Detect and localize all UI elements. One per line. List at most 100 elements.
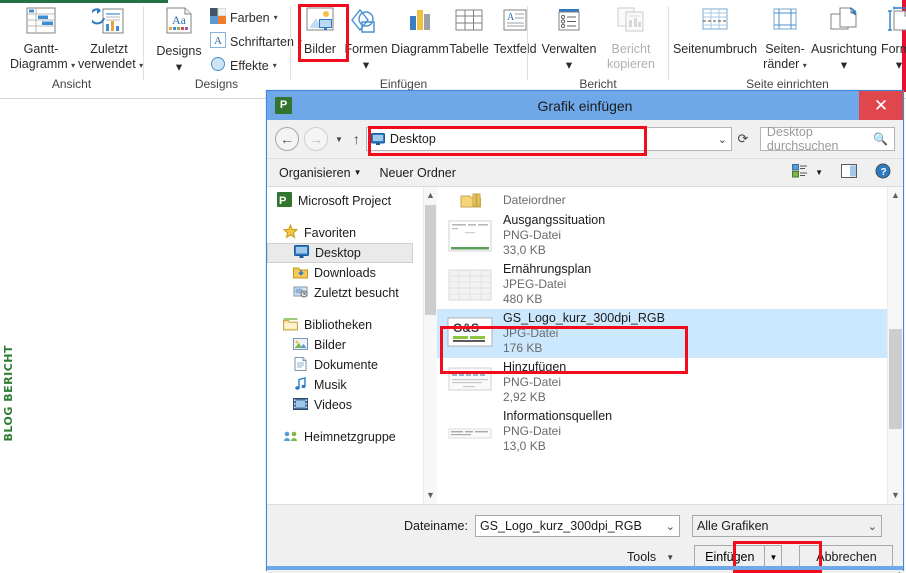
file-list-scrollbar[interactable]: ▲ ▼ <box>887 187 903 504</box>
navpane-item-label: Bibliotheken <box>304 318 373 332</box>
chevron-down-icon[interactable]: ⌄ <box>666 520 675 533</box>
search-placeholder: Desktop durchsuchen <box>766 125 839 153</box>
file-list-scrollbar-thumb[interactable] <box>889 329 902 429</box>
navpane-item-bilder[interactable]: Bilder <box>267 335 423 355</box>
file-meta: Ausgangssituation PNG-Datei 33,0 KB <box>503 213 605 258</box>
navpane-item-label: Favoriten <box>304 226 357 240</box>
ribbon-button-tabelle[interactable]: Tabelle <box>447 6 491 56</box>
back-arrow-icon[interactable]: ← <box>275 127 299 151</box>
new-folder-button[interactable]: Neuer Ordner <box>380 166 456 180</box>
dialog-bottom-edge <box>267 566 903 570</box>
ribbon-button-label: Tabelle <box>449 42 489 56</box>
list-item[interactable]: Ernährungsplan JPEG-Datei 480 KB <box>437 260 887 309</box>
ribbon-button-label2: Diagramm <box>10 57 68 71</box>
ribbon-button-label: Diagramm <box>391 42 449 56</box>
filename-label: Dateiname: <box>404 519 468 533</box>
navpane-item-favoriten[interactable]: Favoriten <box>267 223 423 243</box>
navpane-item-downloads[interactable]: Downloads <box>267 263 423 283</box>
file-type: PNG-Datei <box>503 375 562 389</box>
list-item[interactable]: Ausgangssituation PNG-Datei 33,0 KB <box>437 211 887 260</box>
chevron-down-icon: ▾ <box>175 60 183 74</box>
ribbon-button-diagramm[interactable]: Diagramm <box>391 6 449 56</box>
page-break-icon <box>671 6 759 41</box>
image-thumb-icon <box>447 366 493 400</box>
up-arrow-icon[interactable]: ↑ <box>353 131 360 147</box>
file-name: Informationsquellen <box>503 409 613 423</box>
list-item[interactable]: Dateiordner <box>437 189 887 211</box>
ribbon-button-effekte[interactable]: Effekte ▾ <box>210 56 277 75</box>
close-icon[interactable]: ✕ <box>859 91 903 120</box>
scroll-up-icon[interactable]: ▲ <box>424 187 437 204</box>
scroll-up-icon[interactable]: ▲ <box>888 187 903 204</box>
navpane-item-label: Heimnetzgruppe <box>304 430 396 444</box>
organize-button[interactable]: Organisieren ▼ <box>279 166 362 180</box>
refresh-icon[interactable]: ⟳ <box>732 127 754 151</box>
search-input[interactable]: Desktop durchsuchen 🔍 <box>759 125 895 153</box>
ribbon-button-bilder[interactable]: Bilder <box>299 6 341 56</box>
navpane-item-label: Dokumente <box>314 358 378 372</box>
navpane-item-label: Musik <box>314 378 347 392</box>
file-meta: Dateiordner <box>503 193 566 208</box>
filename-row: Dateiname: GS_Logo_kurz_300dpi_RGB ⌄ All… <box>404 515 882 537</box>
image-thumb-icon <box>447 219 493 253</box>
ribbon-button-seitenumbruch[interactable]: Seitenumbruch <box>671 6 759 56</box>
svg-text:Aa: Aa <box>172 13 187 27</box>
list-item-selected[interactable]: G&S GS_Logo_kurz_300dpi_RGB JPG-Datei 17… <box>437 309 887 358</box>
navpane-item-musik[interactable]: Musik <box>267 375 423 395</box>
recent-places-icon <box>293 285 308 302</box>
list-item[interactable]: Informationsquellen PNG-Datei 13,0 KB <box>437 407 887 456</box>
ribbon-button-verwalten[interactable]: Verwalten ▾ <box>540 6 598 72</box>
ribbon-button-designs[interactable]: Aa Designs ▾ <box>152 6 206 74</box>
scroll-down-icon[interactable]: ▼ <box>424 487 437 504</box>
navpane-scrollbar[interactable]: ▲ ▼ <box>423 187 437 504</box>
favorites-star-icon <box>282 223 299 242</box>
image-thumb-icon <box>447 426 493 438</box>
forward-arrow-icon[interactable]: → <box>304 127 328 151</box>
file-type: JPEG-Datei <box>503 277 567 291</box>
help-button[interactable]: ? <box>875 163 891 182</box>
navpane-item-microsoft-project[interactable]: P Microsoft Project <box>267 191 423 211</box>
ribbon-button-label: Seiten- <box>765 42 805 56</box>
preview-pane-button[interactable] <box>841 164 857 181</box>
file-type: JPG-Datei <box>503 326 559 340</box>
ribbon-button-seitenraender[interactable]: Seiten- ränder ▾ <box>761 6 809 71</box>
navpane-item-videos[interactable]: Videos <box>267 395 423 415</box>
navpane-item-zuletzt-besucht[interactable]: Zuletzt besucht <box>267 283 423 303</box>
ribbon-button-schriftarten[interactable]: A Schriftarten ▾ <box>210 32 302 51</box>
chevron-down-icon[interactable]: ⌄ <box>868 520 877 533</box>
history-dropdown-icon[interactable]: ▼ <box>335 135 343 144</box>
ribbon-button-formen[interactable]: Formen ▾ <box>343 6 389 72</box>
navpane-item-label: Microsoft Project <box>298 194 392 208</box>
chart-icon <box>391 6 449 41</box>
filename-input[interactable]: GS_Logo_kurz_300dpi_RGB ⌄ <box>474 515 680 537</box>
file-name: Ernährungsplan <box>503 262 592 276</box>
navpane-item-bibliotheken[interactable]: Bibliotheken <box>267 315 423 335</box>
shapes-icon <box>343 6 389 41</box>
navpane-item-desktop[interactable]: Desktop <box>267 243 413 263</box>
chevron-down-icon: ▾ <box>273 12 278 22</box>
ribbon-button-label2: ränder <box>763 57 800 71</box>
ribbon-button-ausrichtung[interactable]: Ausrichtung ▾ <box>811 6 877 72</box>
scroll-down-icon[interactable]: ▼ <box>888 487 903 504</box>
view-options-button[interactable]: ▼ <box>792 164 823 181</box>
file-type-filter[interactable]: Alle Grafiken ⌄ <box>691 515 882 537</box>
ribbon-button-gantt-diagramm[interactable]: Gantt- Diagramm ▾ <box>10 6 75 71</box>
list-item[interactable]: Hinzufügen PNG-Datei 2,92 KB <box>437 358 887 407</box>
tools-button[interactable]: Tools ▼ <box>627 550 674 564</box>
file-meta: Ernährungsplan JPEG-Datei 480 KB <box>503 262 591 307</box>
navpane-item-dokumente[interactable]: Dokumente <box>267 355 423 375</box>
navpane-item-heimnetzgruppe[interactable]: Heimnetzgruppe <box>267 427 423 447</box>
ribbon-button-label: Bilder <box>304 42 336 56</box>
ribbon-button-farben[interactable]: Farben ▾ <box>210 7 278 27</box>
table-icon <box>447 6 491 41</box>
file-size: 176 KB <box>503 341 543 355</box>
ribbon-group-designs: Aa Designs ▾ Farben ▾ A Schriftarten ▾ E… <box>144 0 302 92</box>
ribbon-button-zuletzt-verwendet[interactable]: Zuletzt verwendet ▾ <box>78 6 143 71</box>
chevron-down-icon[interactable]: ⌄ <box>718 133 727 146</box>
address-bar[interactable]: Desktop ⌄ <box>365 127 732 151</box>
ribbon-button-bericht-kopieren[interactable]: Bericht kopieren <box>602 6 660 71</box>
view-options-icon <box>792 164 808 181</box>
ribbon-button-format[interactable]: Forma ▾ <box>877 6 906 72</box>
navpane-scrollbar-thumb[interactable] <box>425 205 436 315</box>
music-library-icon <box>293 376 308 394</box>
